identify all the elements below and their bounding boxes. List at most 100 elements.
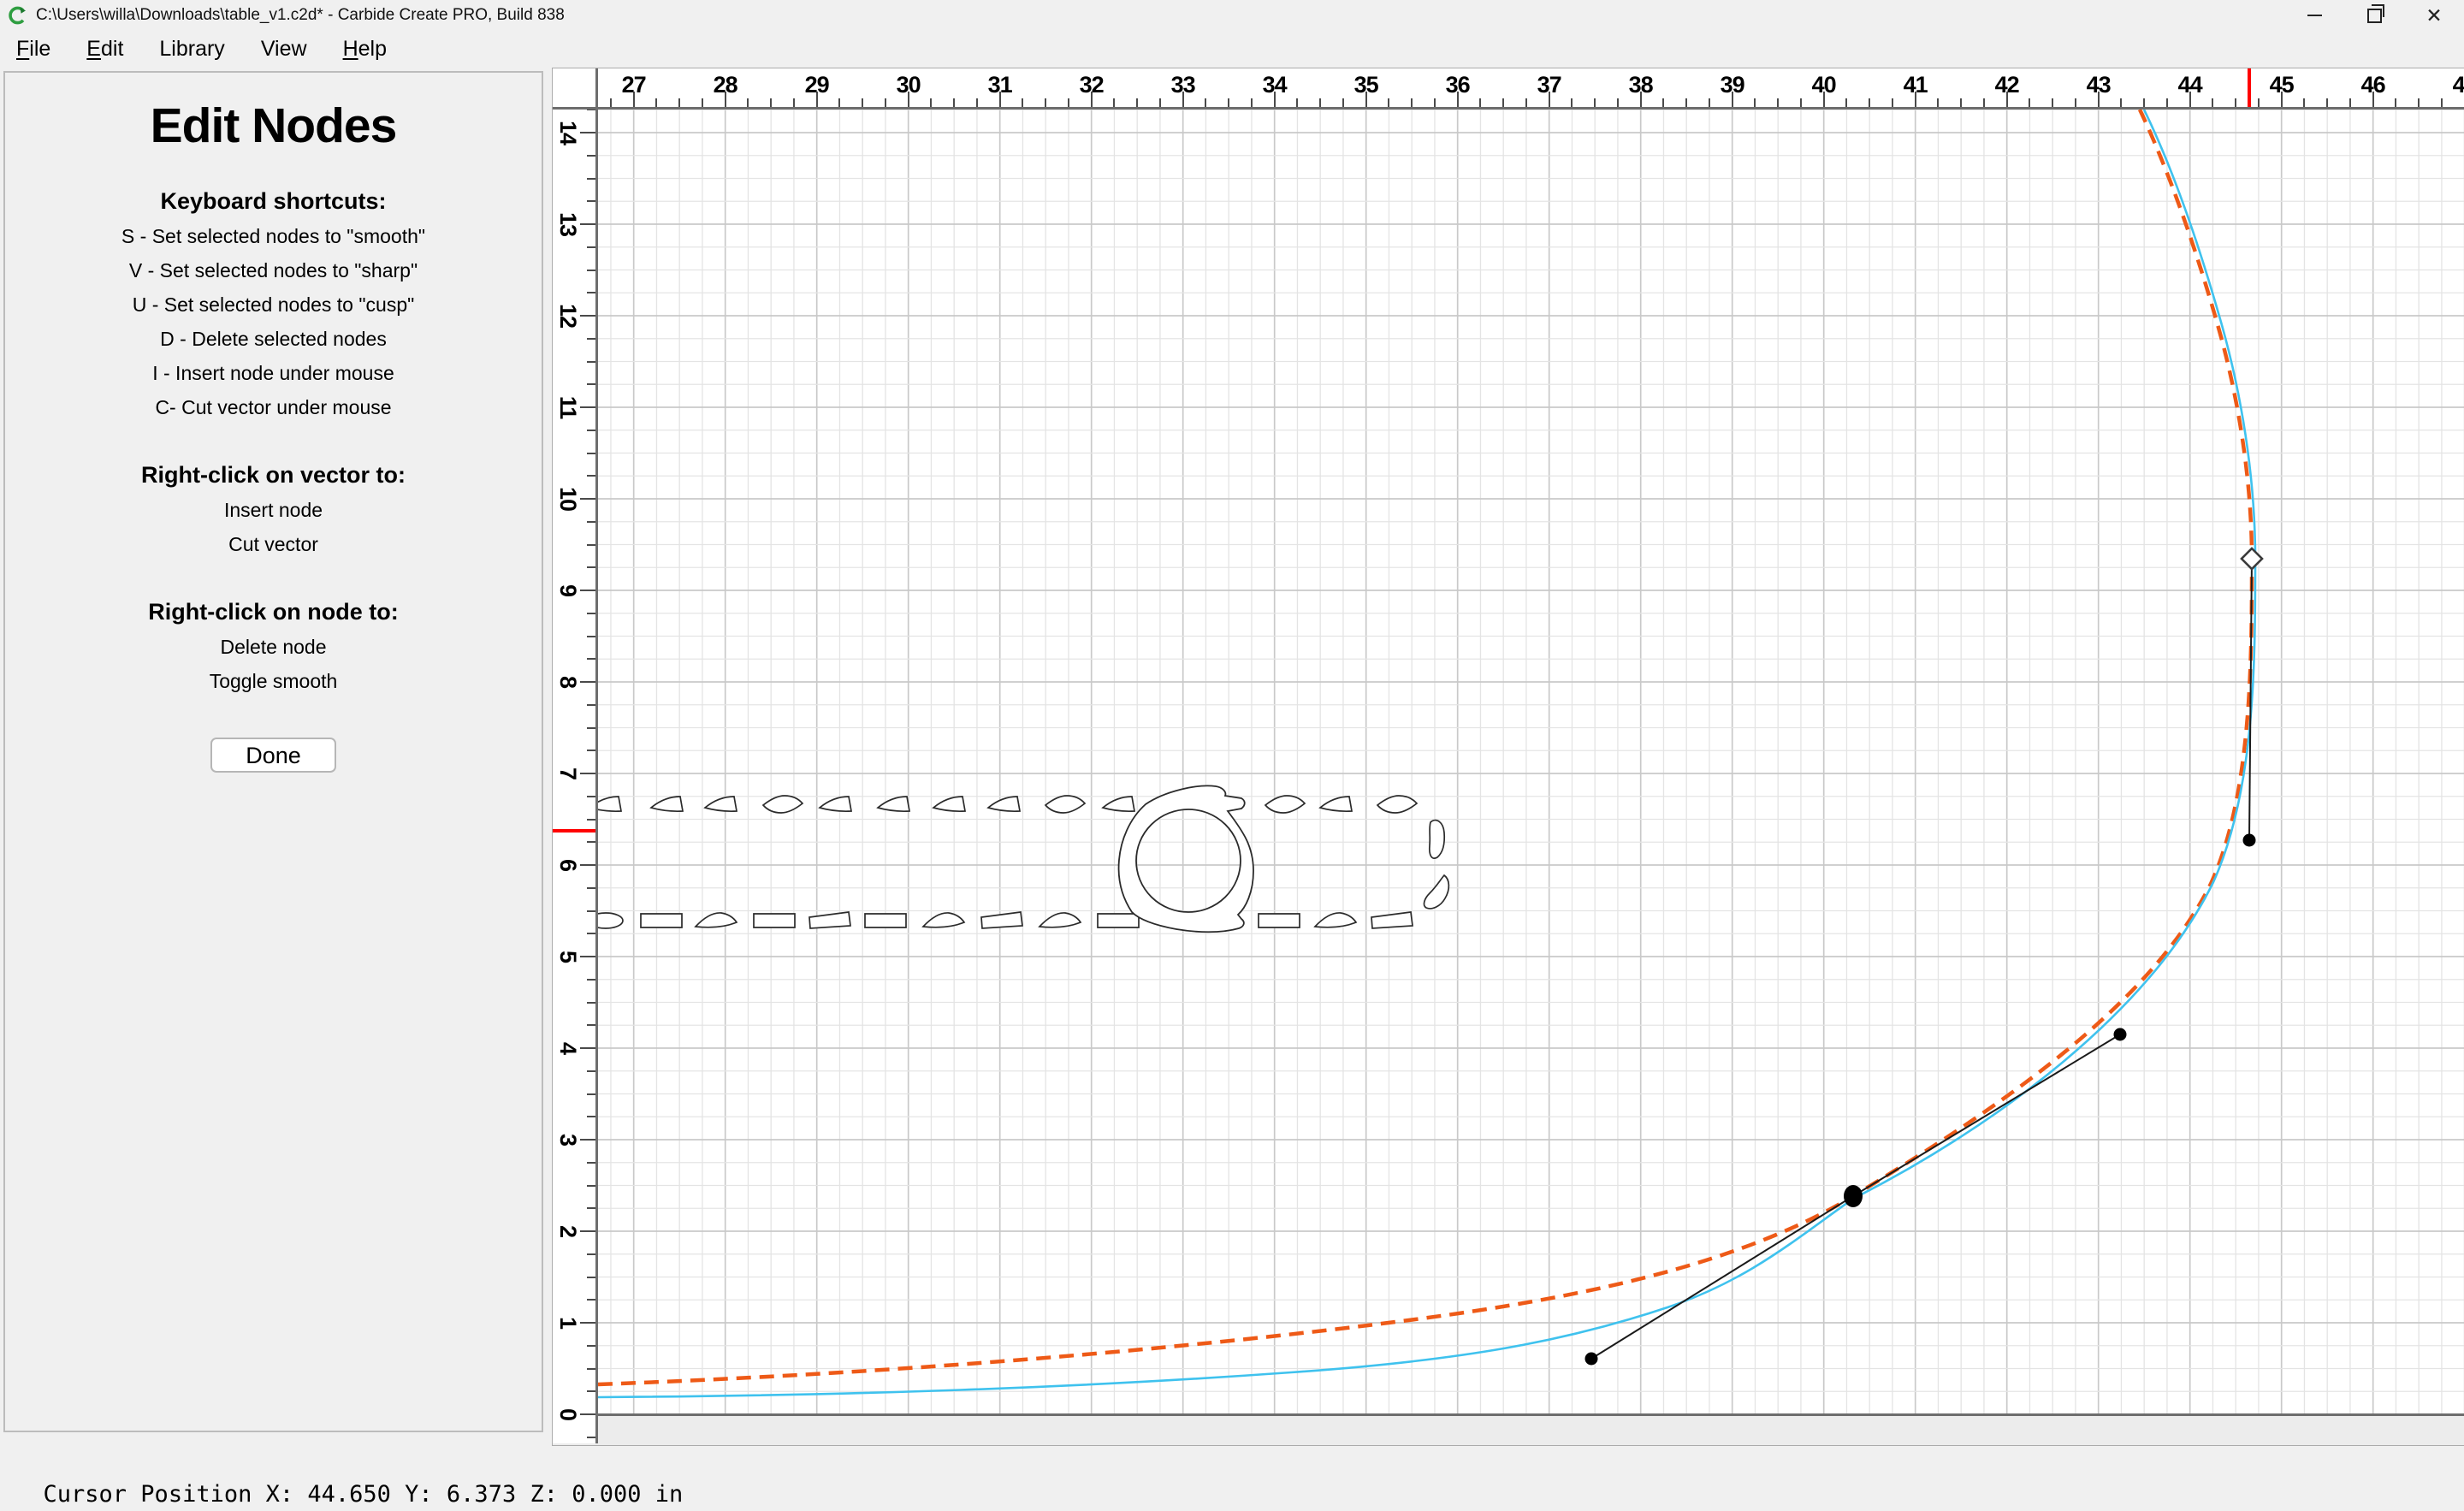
ruler-tick [587,1116,595,1117]
vector-shape[interactable] [809,912,850,928]
ruler-label: 7 [554,767,581,779]
ruler-tick [2120,98,2122,107]
ruler-tick [587,979,595,981]
vector-shape[interactable] [696,913,737,927]
selected-node[interactable] [1844,1185,1863,1207]
ruler-tick [580,406,595,408]
control-point-dot[interactable] [2114,1028,2127,1041]
menu-item-edit[interactable]: Edit [74,37,136,62]
vector-shape[interactable] [1320,797,1352,811]
vector-shape[interactable] [933,797,965,811]
ruler-tick [587,521,595,523]
vector-shape[interactable] [705,797,737,811]
ruler-label: 2 [554,1225,581,1237]
vector-shape[interactable] [988,797,1020,811]
ruler-tick [587,453,595,454]
vector-ring-shape[interactable] [1119,785,1253,932]
panel-shortcut-item: Delete node [5,630,542,664]
vector-shape[interactable] [1265,796,1305,813]
vector-shape[interactable] [641,914,682,927]
close-button[interactable]: ✕ [2404,0,2464,31]
ruler-tick [587,613,595,614]
vector-shape[interactable] [763,796,803,813]
ruler-tick [587,200,595,202]
ruler-label: 46 [2361,72,2385,98]
menu-item-help[interactable]: Help [330,37,400,62]
vector-shape[interactable] [1103,797,1134,811]
drawing-canvas[interactable] [598,110,2464,1416]
ruler-tick [587,727,595,729]
done-button[interactable]: Done [210,738,336,773]
ruler-label: 34 [1263,72,1287,98]
panel-shortcut-item: Cut vector [5,527,542,561]
vector-shape[interactable] [598,797,621,811]
ruler-tick [580,1322,595,1324]
ruler-tick [587,1070,595,1072]
vector-sliver-shape[interactable] [1430,821,1444,858]
ruler-tick [1892,98,1893,107]
minimize-button[interactable] [2284,0,2344,31]
close-icon: ✕ [2426,6,2442,26]
vector-shape[interactable] [820,797,851,811]
ruler-tick [702,98,703,107]
ruler-tick [1251,98,1253,107]
vector-shape[interactable] [1098,914,1139,927]
ruler-tick [2052,98,2053,107]
ruler-label: 39 [1721,72,1744,98]
vector-scene [598,110,2464,1413]
ruler-tick [1777,98,1779,107]
vector-shape[interactable] [1045,796,1085,813]
ruler-tick [587,544,595,546]
ruler-tick [587,155,595,157]
ruler-tick [587,658,595,660]
vector-shape[interactable] [754,914,795,927]
ruler-tick [2258,98,2260,107]
ruler-tick [580,1047,595,1049]
ruler-label: 35 [1354,72,1378,98]
vector-shape[interactable] [1377,796,1417,813]
panel-shortcut-item: I - Insert node under mouse [5,356,542,390]
ruler-tick [587,1162,595,1164]
vector-shape[interactable] [1315,913,1356,927]
vector-sliver-shape[interactable] [1424,875,1448,909]
ruler-label: 4 [554,1042,581,1054]
menu-item-library[interactable]: Library [146,37,237,62]
ruler-tick [2075,98,2076,107]
ruler-tick [587,704,595,706]
ruler-tick [1845,98,1847,107]
vector-shape[interactable] [1259,914,1300,927]
vector-shape[interactable] [865,914,906,927]
ruler-tick [1617,98,1619,107]
control-point-dot[interactable] [2243,834,2256,847]
ruler-tick [587,1277,595,1278]
vector-shape[interactable] [598,913,623,928]
panel-shortcut-item: Toggle smooth [5,664,542,698]
vector-shape[interactable] [981,912,1022,928]
ruler-label: 3 [554,1134,581,1146]
panel-shortcut-item: D - Delete selected nodes [5,322,542,356]
ruler-label: 40 [1812,72,1836,98]
ruler-tick [587,1253,595,1255]
ruler-tick [580,1230,595,1232]
ruler-tick [587,933,595,934]
vector-shape[interactable] [651,797,683,811]
vector-shape[interactable] [923,913,964,927]
ruler-tick [1045,98,1046,107]
ruler-label: 36 [1446,72,1470,98]
menu-item-file[interactable]: File [3,37,63,62]
status-bar: Cursor Position X: 44.650 Y: 6.373 Z: 0.… [0,1446,2464,1478]
ruler-tick [580,1413,595,1415]
ruler-tick [747,98,749,107]
ruler-tick [2418,98,2420,107]
vector-shape[interactable] [878,797,909,811]
ruler-tick [1800,98,1802,107]
ruler-tick [1022,98,1023,107]
menu-item-view[interactable]: View [248,37,320,62]
restore-button[interactable] [2344,0,2404,31]
ruler-tick [587,1299,595,1301]
tangent-handle-line[interactable] [1853,1034,2120,1196]
ruler-tick [953,98,955,107]
control-point-dot[interactable] [1585,1353,1598,1366]
edited-vector-path[interactable] [598,110,2252,1384]
vector-shape[interactable] [1371,912,1413,928]
